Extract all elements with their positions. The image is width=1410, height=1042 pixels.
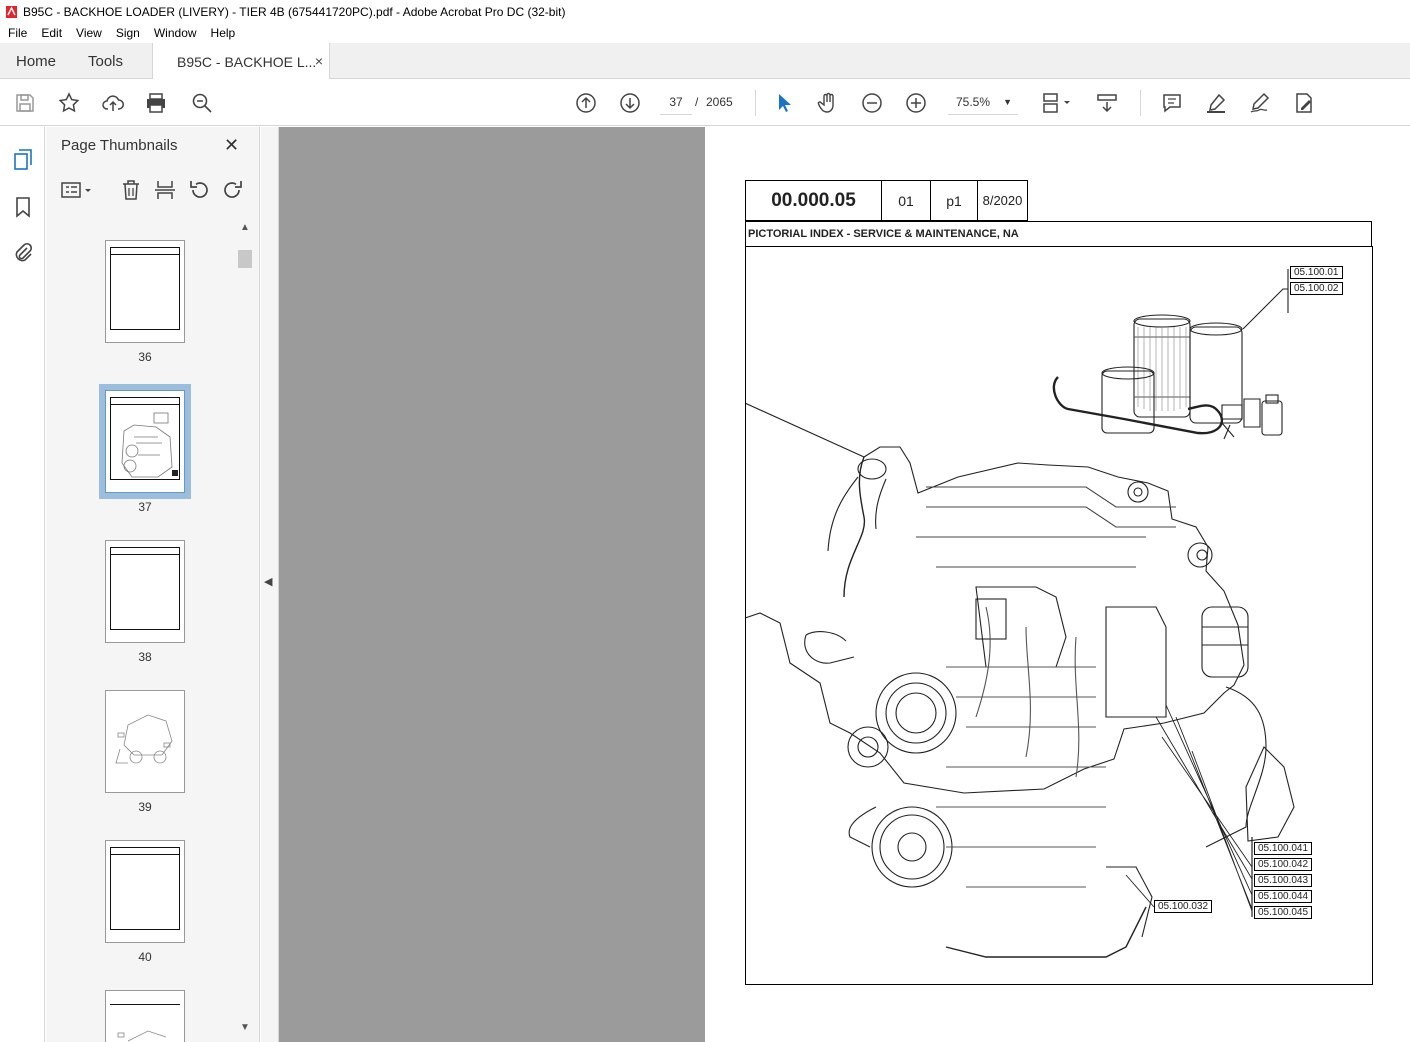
attachments-paperclip-icon[interactable] — [11, 241, 35, 265]
page-layout-icon[interactable] — [1038, 90, 1074, 116]
callout-label: 05.100.032 — [1154, 900, 1213, 913]
tab-document[interactable]: B95C - BACKHOE L... × — [152, 43, 330, 80]
thumbnail-label: 38 — [138, 650, 152, 664]
menu-file[interactable]: File — [0, 26, 34, 40]
doc-revision: 01 — [881, 180, 931, 221]
callout-label: 05.100.041 — [1254, 842, 1313, 855]
callout-label: 05.100.02 — [1290, 282, 1343, 295]
thumbnail-scrollbar[interactable]: ▲ ▼ — [238, 222, 252, 1037]
page-total: 2065 — [706, 95, 733, 109]
hand-tool-icon[interactable] — [815, 90, 841, 116]
select-cursor-icon[interactable] — [771, 90, 797, 116]
menu-bar: File Edit View Sign Window Help — [0, 23, 1410, 43]
zoom-level-select[interactable]: 75.5% ▼ — [948, 89, 1018, 115]
page-separator: / — [695, 95, 699, 109]
acrobat-icon — [6, 5, 17, 18]
doc-date: 8/2020 — [977, 180, 1028, 221]
panel-title: Page Thumbnails — [61, 137, 178, 154]
window-titlebar: B95C - BACKHOE LOADER (LIVERY) - TIER 4B… — [0, 0, 1410, 23]
thumbnail-options-icon[interactable] — [60, 178, 94, 202]
document-background — [261, 127, 705, 1042]
thumbnail-page-selected[interactable] — [99, 384, 191, 499]
callout-label: 05.100.042 — [1254, 858, 1313, 871]
upload-cloud-icon[interactable] — [100, 90, 126, 116]
menu-window[interactable]: Window — [147, 26, 204, 40]
bookmark-star-icon[interactable] — [56, 90, 82, 116]
menu-sign[interactable]: Sign — [109, 26, 147, 40]
menu-help[interactable]: Help — [204, 26, 243, 40]
bookmarks-icon[interactable] — [11, 195, 35, 219]
zoom-search-icon[interactable] — [189, 90, 215, 116]
scrollbar-thumb[interactable] — [238, 250, 252, 268]
thumbnail-page[interactable] — [105, 990, 185, 1042]
page-thumbnails-icon[interactable] — [11, 147, 35, 171]
thumbnail-page[interactable] — [105, 690, 185, 793]
delete-trash-icon[interactable] — [119, 178, 143, 202]
thumbnail-label: 40 — [138, 950, 152, 964]
close-panel-icon[interactable]: ✕ — [224, 135, 239, 156]
callout-label: 05.100.044 — [1254, 890, 1313, 903]
backhoe-thumbnail-image — [115, 714, 173, 764]
page-thumbnails-panel: Page Thumbnails ✕ 36 37 38 39 40 ▲ ▼ — [46, 127, 260, 1042]
chevron-down-icon: ▼ — [1003, 97, 1012, 107]
thumbnail-page[interactable] — [105, 240, 185, 343]
callout-label: 05.100.043 — [1254, 874, 1313, 887]
scroll-up-icon[interactable]: ▲ — [240, 222, 250, 233]
tab-document-label: B95C - BACKHOE L... — [177, 53, 317, 70]
thumbnail-page[interactable] — [105, 540, 185, 643]
save-icon[interactable] — [12, 90, 38, 116]
scroll-mode-icon[interactable] — [1094, 90, 1120, 116]
next-page-icon[interactable] — [617, 90, 643, 116]
zoom-level-value: 75.5% — [956, 95, 991, 109]
zoom-in-icon[interactable] — [903, 90, 929, 116]
rotate-clockwise-icon[interactable] — [221, 178, 245, 202]
collapse-panel-icon[interactable]: ◀ — [264, 575, 272, 588]
scroll-down-icon[interactable]: ▼ — [240, 1022, 250, 1033]
rotate-counterclockwise-icon[interactable] — [187, 178, 211, 202]
thumbnail-label: 36 — [138, 350, 152, 364]
fill-sign-icon[interactable] — [1291, 90, 1317, 116]
window-title: B95C - BACKHOE LOADER (LIVERY) - TIER 4B… — [23, 4, 566, 19]
doc-page: p1 — [930, 180, 978, 221]
tab-bar: Home Tools B95C - BACKHOE L... × — [0, 43, 1410, 80]
navigation-rail — [0, 127, 45, 1042]
engine-thumbnail-image — [121, 412, 173, 478]
page-number-input[interactable]: 37 — [660, 89, 692, 115]
comment-icon[interactable] — [1159, 90, 1185, 116]
menu-view[interactable]: View — [69, 26, 109, 40]
insert-page-icon[interactable] — [153, 178, 177, 202]
thumbnail-label: 39 — [138, 800, 152, 814]
backhoe-thumbnail-image — [117, 1030, 167, 1042]
highlight-pen-icon[interactable] — [1203, 90, 1229, 116]
thumbnail-list: 36 37 38 39 40 — [46, 222, 242, 1042]
tab-tools[interactable]: Tools — [88, 43, 123, 79]
callout-label: 05.100.01 — [1290, 266, 1343, 279]
zoom-out-icon[interactable] — [859, 90, 885, 116]
close-tab-icon[interactable]: × — [315, 53, 323, 69]
draw-signature-icon[interactable] — [1247, 90, 1273, 116]
previous-page-icon[interactable] — [573, 90, 599, 116]
thumbnail-label: 37 — [138, 500, 152, 514]
callout-label: 05.100.045 — [1254, 906, 1313, 919]
doc-number: 00.000.05 — [745, 180, 882, 221]
thumbnail-page[interactable] — [105, 840, 185, 943]
doc-title: PICTORIAL INDEX - SERVICE & MAINTENANCE,… — [745, 221, 1372, 247]
tab-home[interactable]: Home — [16, 43, 56, 79]
menu-edit[interactable]: Edit — [34, 26, 69, 40]
print-icon[interactable] — [143, 90, 169, 116]
